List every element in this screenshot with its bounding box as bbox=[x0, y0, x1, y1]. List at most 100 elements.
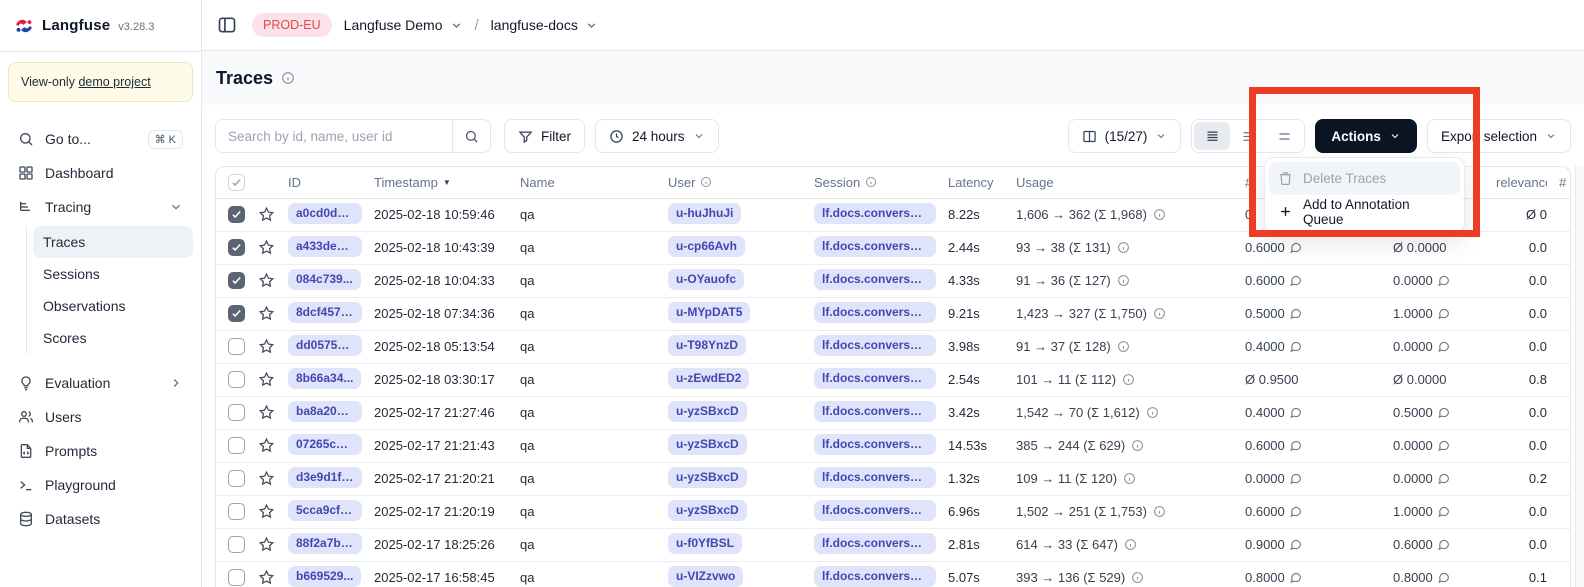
row-height-compact-icon[interactable] bbox=[1194, 122, 1230, 150]
bookmark-star-icon[interactable] bbox=[258, 239, 276, 256]
column-visibility-button[interactable]: (15/27) bbox=[1068, 119, 1182, 153]
user-id-badge[interactable]: u-yzSBxcD bbox=[668, 467, 747, 488]
project-switcher[interactable]: langfuse-docs bbox=[491, 17, 598, 33]
name-column-header[interactable]: Name bbox=[514, 167, 662, 198]
latency-column-header[interactable]: Latency bbox=[942, 167, 1010, 198]
menu-item-delete-traces[interactable]: Delete Traces bbox=[1269, 162, 1460, 195]
trace-row[interactable]: 8b66a34... 2025-02-18 03:30:17 qa u-zEwd… bbox=[216, 363, 1571, 396]
trace-id-badge[interactable]: 084c739... bbox=[288, 269, 361, 290]
bookmark-star-icon[interactable] bbox=[258, 569, 276, 586]
session-id-badge[interactable]: lf.docs.conversation... bbox=[814, 269, 936, 290]
sidebar-item-datasets[interactable]: Datasets bbox=[8, 502, 193, 536]
sidebar-item-traces[interactable]: Traces bbox=[33, 226, 193, 258]
trace-id-badge[interactable]: ba8a208f... bbox=[288, 401, 362, 422]
row-checkbox[interactable] bbox=[228, 206, 245, 223]
trace-id-badge[interactable]: d3e9d1f2... bbox=[288, 467, 362, 488]
row-checkbox[interactable] bbox=[228, 338, 245, 355]
search-input[interactable] bbox=[216, 120, 452, 152]
session-id-badge[interactable]: lf.docs.conversation... bbox=[814, 368, 936, 389]
row-checkbox[interactable] bbox=[228, 569, 245, 586]
trace-row[interactable]: 8dcf4574... 2025-02-18 07:34:36 qa u-MYp… bbox=[216, 297, 1571, 330]
vertical-scrollbar[interactable] bbox=[1575, 166, 1584, 587]
row-checkbox[interactable] bbox=[228, 503, 245, 520]
menu-item-add-to-annotation-queue[interactable]: Add to Annotation Queue bbox=[1269, 195, 1460, 228]
session-id-badge[interactable]: lf.docs.conversation... bbox=[814, 203, 936, 224]
user-id-badge[interactable]: u-cp66Avh bbox=[668, 236, 745, 257]
session-id-badge[interactable]: lf.docs.conversation.... bbox=[814, 302, 936, 323]
export-selection-button[interactable]: Export selection bbox=[1427, 119, 1571, 153]
trace-row[interactable]: 084c739... 2025-02-18 10:04:33 qa u-OYau… bbox=[216, 264, 1571, 297]
trace-id-badge[interactable]: 8dcf4574... bbox=[288, 302, 362, 323]
trace-id-badge[interactable]: 5cca9cf2... bbox=[288, 500, 362, 521]
id-column-header[interactable]: ID bbox=[282, 167, 368, 198]
trace-id-badge[interactable]: 07265c7a... bbox=[288, 434, 362, 455]
user-column-header[interactable]: User bbox=[662, 167, 808, 198]
session-id-badge[interactable]: lf.docs.conversation... bbox=[814, 500, 936, 521]
user-id-badge[interactable]: u-zEwdED2 bbox=[668, 368, 749, 389]
bookmark-star-icon[interactable] bbox=[258, 206, 276, 223]
demo-project-link[interactable]: demo project bbox=[78, 75, 150, 89]
relevance-column-header[interactable]: relevance (... bbox=[1490, 167, 1553, 198]
actions-button[interactable]: Actions bbox=[1315, 119, 1417, 153]
trace-id-badge[interactable]: dd05753... bbox=[288, 335, 362, 356]
user-id-badge[interactable]: u-OYauofc bbox=[668, 269, 744, 290]
trace-id-badge[interactable]: b669529... bbox=[288, 566, 361, 587]
trace-id-badge[interactable]: a433de51... bbox=[288, 236, 362, 257]
bookmark-star-icon[interactable] bbox=[258, 338, 276, 355]
bookmark-star-icon[interactable] bbox=[258, 305, 276, 322]
sidebar-item-prompts[interactable]: Prompts bbox=[8, 434, 193, 468]
row-checkbox[interactable] bbox=[228, 470, 245, 487]
user-id-badge[interactable]: u-yzSBxcD bbox=[668, 434, 747, 455]
trace-id-badge[interactable]: 8b66a34... bbox=[288, 368, 361, 389]
session-id-badge[interactable]: lf.docs.conversation... bbox=[814, 236, 936, 257]
bookmark-star-icon[interactable] bbox=[258, 437, 276, 454]
trace-row[interactable]: dd05753... 2025-02-18 05:13:54 qa u-T98Y… bbox=[216, 330, 1571, 363]
session-id-badge[interactable]: lf.docs.conversation... bbox=[814, 401, 936, 422]
row-checkbox[interactable] bbox=[228, 437, 245, 454]
session-id-badge[interactable]: lf.docs.conversation.... bbox=[814, 335, 936, 356]
sidebar-item-playground[interactable]: Playground bbox=[8, 468, 193, 502]
user-id-badge[interactable]: u-huJhuJi bbox=[668, 203, 741, 224]
trace-id-badge[interactable]: a0cd0d9... bbox=[288, 203, 362, 224]
panel-left-icon[interactable] bbox=[214, 12, 240, 38]
trace-row[interactable]: ba8a208f... 2025-02-17 21:27:46 qa u-yzS… bbox=[216, 396, 1571, 429]
session-id-badge[interactable]: lf.docs.conversation... bbox=[814, 566, 936, 587]
user-id-badge[interactable]: u-yzSBxcD bbox=[668, 500, 747, 521]
trace-row[interactable]: b669529... 2025-02-17 16:58:45 qa u-VIZz… bbox=[216, 561, 1571, 587]
session-id-badge[interactable]: lf.docs.conversation... bbox=[814, 434, 936, 455]
sidebar-item-sessions[interactable]: Sessions bbox=[33, 258, 193, 290]
user-id-badge[interactable]: u-yzSBxcD bbox=[668, 401, 747, 422]
user-id-badge[interactable]: u-VIZzvwo bbox=[668, 566, 743, 587]
row-checkbox[interactable] bbox=[228, 305, 245, 322]
filter-button[interactable]: Filter bbox=[504, 119, 585, 153]
sidebar-item-users[interactable]: Users bbox=[8, 400, 193, 434]
sidebar-item-go-to[interactable]: Go to...⌘ K bbox=[8, 122, 193, 156]
row-checkbox[interactable] bbox=[228, 536, 245, 553]
row-checkbox[interactable] bbox=[228, 239, 245, 256]
trace-row[interactable]: 5cca9cf2... 2025-02-17 21:20:19 qa u-yzS… bbox=[216, 495, 1571, 528]
trace-row[interactable]: a433de51... 2025-02-18 10:43:39 qa u-cp6… bbox=[216, 231, 1571, 264]
environment-badge[interactable]: PROD-EU bbox=[252, 13, 332, 37]
row-checkbox[interactable] bbox=[228, 371, 245, 388]
bookmark-star-icon[interactable] bbox=[258, 470, 276, 487]
user-id-badge[interactable]: u-T98YnzD bbox=[668, 335, 746, 356]
time-range-button[interactable]: 24 hours bbox=[595, 119, 719, 153]
trace-id-badge[interactable]: 88f2a7b0... bbox=[288, 533, 362, 554]
session-id-badge[interactable]: lf.docs.conversation... bbox=[814, 533, 936, 554]
user-id-badge[interactable]: u-f0YfBSL bbox=[668, 533, 742, 554]
trace-row[interactable]: 88f2a7b0... 2025-02-17 18:25:26 qa u-f0Y… bbox=[216, 528, 1571, 561]
timestamp-column-header[interactable]: Timestamp▼ bbox=[368, 167, 514, 198]
hallucination-column-header[interactable]: # H bbox=[1553, 167, 1571, 198]
sidebar-item-dashboard[interactable]: Dashboard bbox=[8, 156, 193, 190]
row-checkbox[interactable] bbox=[228, 404, 245, 421]
bookmark-star-icon[interactable] bbox=[258, 536, 276, 553]
session-id-badge[interactable]: lf.docs.conversation... bbox=[814, 467, 936, 488]
session-column-header[interactable]: Session bbox=[808, 167, 942, 198]
org-switcher[interactable]: Langfuse Demo bbox=[344, 17, 463, 33]
select-all-checkbox[interactable] bbox=[228, 174, 245, 191]
sidebar-item-scores[interactable]: Scores bbox=[33, 322, 193, 354]
bookmark-star-icon[interactable] bbox=[258, 404, 276, 421]
row-height-large-icon[interactable] bbox=[1266, 122, 1302, 150]
trace-row[interactable]: d3e9d1f2... 2025-02-17 21:20:21 qa u-yzS… bbox=[216, 462, 1571, 495]
bookmark-star-icon[interactable] bbox=[258, 371, 276, 388]
